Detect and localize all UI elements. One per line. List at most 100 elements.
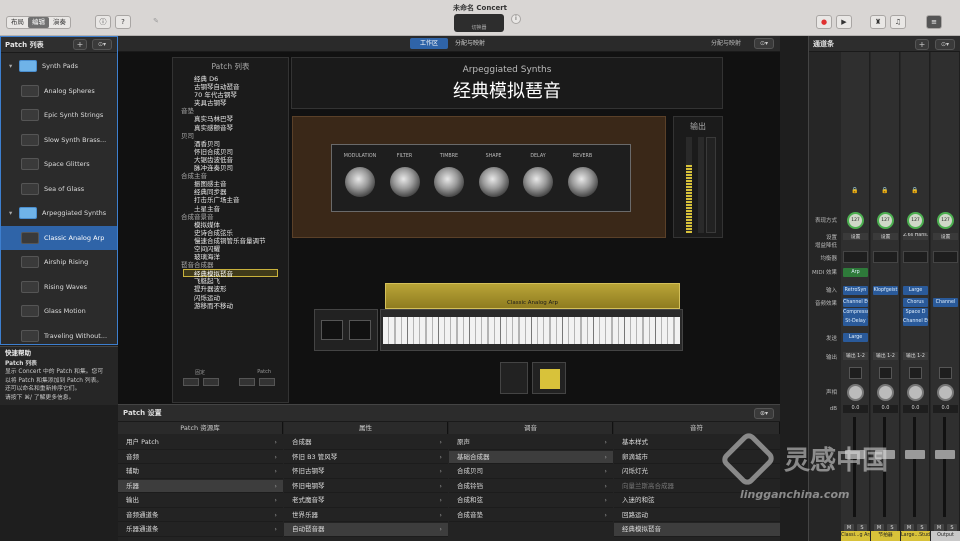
audio-effect-slot[interactable]: Channel EQ	[843, 298, 868, 307]
mode-layout[interactable]: 布局	[7, 17, 28, 28]
output-slot[interactable]: 输出 1-2	[873, 352, 898, 360]
output-slot[interactable]: 输出 1-2	[843, 352, 868, 360]
tab-workspace[interactable]: 工作区	[410, 38, 448, 49]
patch-picker-item[interactable]: 提升器波形	[173, 285, 288, 293]
info-icon[interactable]: ⓘ	[95, 15, 111, 29]
setting-slot[interactable]: 2.6s Hans...	[903, 233, 928, 240]
volume-slider[interactable]	[706, 137, 716, 233]
gain-knob[interactable]: 127	[877, 212, 894, 229]
patch-picker-item[interactable]: 模拟媒体	[173, 221, 288, 229]
gain-knob[interactable]: 127	[937, 212, 954, 229]
count-in-icon[interactable]: ♫	[890, 15, 906, 29]
add-channel-button[interactable]: +	[915, 39, 929, 50]
patch-picker-item[interactable]: 游移而不移动	[173, 302, 288, 310]
mode-perform[interactable]: 演奏	[49, 17, 70, 28]
browser-item[interactable]: 用户 Patch ›	[118, 436, 283, 450]
setting-slot[interactable]: 设置	[933, 233, 958, 240]
assignments-button[interactable]: 分配与映射	[703, 38, 749, 49]
patch-picker-item[interactable]: 脉冲连奏贝司	[173, 164, 288, 172]
gain-knob[interactable]: 127	[847, 212, 864, 229]
patch-folder[interactable]: ▾ Synth Pads	[1, 54, 117, 78]
channel-icon[interactable]	[879, 367, 892, 379]
record-button[interactable]: ●	[816, 15, 832, 29]
channel-icon[interactable]	[909, 367, 922, 379]
patch-picker-item[interactable]: 史诗合成弦乐	[173, 229, 288, 237]
audio-effect-slot[interactable]: St-Delay	[843, 317, 868, 326]
browser-item[interactable]: 自动琶音器 ›	[284, 523, 448, 537]
midi-effect-slot[interactable]: Arp	[843, 268, 868, 277]
eq-thumbnail[interactable]	[843, 251, 868, 263]
browser-item[interactable]: 输出 ›	[118, 494, 283, 508]
browser-item[interactable]: 怀旧古钢琴 ›	[284, 465, 448, 479]
browser-item[interactable]: 合成铃铛 ›	[449, 480, 613, 493]
eq-thumbnail[interactable]	[933, 251, 958, 263]
patch-picker-item[interactable]: 振图感主音	[173, 180, 288, 188]
channel-icon[interactable]	[939, 367, 952, 379]
audio-effect-slot[interactable]: Chorus	[903, 298, 928, 307]
send-slot[interactable]: Large	[843, 333, 868, 342]
pencil-icon[interactable]: ✎	[148, 15, 164, 29]
expression-pedal[interactable]	[500, 362, 528, 394]
knob-modulation[interactable]	[345, 167, 375, 197]
patch-picker-item[interactable]: 闪烁运动	[173, 294, 288, 302]
browser-item[interactable]: 合成音垫 ›	[449, 509, 613, 522]
browser-item[interactable]: 音频通道条 ›	[118, 509, 283, 522]
mode-edit[interactable]: 编辑	[28, 17, 49, 28]
channel-name[interactable]: Output	[931, 531, 960, 541]
lock-icon[interactable]: 🔒	[911, 187, 918, 194]
tuner-icon[interactable]: ♜	[870, 15, 886, 29]
browser-item[interactable]: 经典模拟琶音	[614, 523, 780, 537]
eq-thumbnail[interactable]	[873, 251, 898, 263]
channel-icon[interactable]	[849, 367, 862, 379]
pan-knob[interactable]	[877, 384, 894, 401]
patch-list-item[interactable]: Traveling Without...	[1, 324, 117, 348]
patch-picker-item[interactable]: 真实马林巴琴	[173, 115, 288, 123]
browser-item[interactable]: 合成贝司 ›	[449, 465, 613, 479]
audio-effect-slot[interactable]: Channel	[933, 298, 958, 307]
next-button[interactable]	[203, 378, 219, 386]
knob-filter[interactable]	[389, 167, 420, 197]
patch-list-item[interactable]: Sea of Glass	[1, 177, 117, 201]
tab-assignments[interactable]: 分配与映射	[450, 38, 490, 49]
input-slot[interactable]: Klopfgeist	[873, 286, 898, 295]
browser-item[interactable]: 乐器通道条 ›	[118, 523, 283, 537]
channel-name[interactable]: 节拍器	[871, 531, 900, 541]
patch-picker-item[interactable]: 大锯齿波低音	[173, 156, 288, 164]
patch-picker-item[interactable]: 经典 D6	[173, 75, 288, 83]
patch-picker-item[interactable]: 慢速合成铜管乐音量调节	[173, 237, 288, 245]
knob-shape[interactable]	[478, 167, 509, 197]
patch-list-item[interactable]: Analog Spheres	[1, 79, 117, 103]
lcd-display[interactable]: 切换器	[454, 14, 504, 32]
patch-list-item[interactable]: Airship Rising	[1, 250, 117, 274]
mode-segmented-control[interactable]: 布局 编辑 演奏	[6, 16, 71, 29]
browser-item[interactable]: 合成器 ›	[284, 436, 448, 450]
patch-picker-item[interactable]: 古钢琴自动琶音	[173, 83, 288, 91]
patch-settings-options-button[interactable]: ⊙▾	[754, 408, 774, 419]
patch-picker-item[interactable]: 70 年代古钢琴	[173, 91, 288, 99]
browser-item[interactable]: 乐器 ›	[118, 479, 283, 493]
setting-slot[interactable]: 设置	[873, 233, 898, 240]
lcd-info-icon[interactable]: i	[511, 14, 521, 24]
channel-name[interactable]: Classi...g Arp	[841, 531, 870, 541]
audio-effect-slot[interactable]: Channel EQ	[903, 317, 928, 326]
patch-options-button[interactable]: ⊙▾	[92, 39, 112, 50]
input-slot[interactable]: RetroSyn	[843, 286, 868, 295]
channel-options-button[interactable]: ⊙▾	[935, 39, 955, 50]
patch-picker-widget[interactable]: Patch 列表 经典 D6 古钢琴自动琶音 70 年代古钢琴 夹具古钢琴 音垫 真实马林…	[172, 57, 289, 403]
pan-knob[interactable]	[847, 384, 864, 401]
lock-icon[interactable]: 🔒	[851, 187, 858, 194]
knob-reverb[interactable]	[567, 167, 598, 197]
patch-list-item[interactable]: Rising Waves	[1, 275, 117, 299]
pan-knob[interactable]	[907, 384, 924, 401]
browser-item[interactable]: 原声 ›	[449, 436, 613, 450]
piano-keys[interactable]	[383, 317, 680, 344]
pitch-wheel[interactable]	[321, 320, 343, 340]
patch-list-item[interactable]: Classic Analog Arp	[1, 225, 117, 250]
patch-picker-item[interactable]: 土星主音	[173, 205, 288, 213]
audio-effect-slot[interactable]: Compressor	[843, 307, 868, 317]
lock-icon[interactable]: 🔒	[881, 187, 888, 194]
patch-list-item[interactable]: Glass Motion	[1, 299, 117, 323]
input-slot[interactable]: Large	[903, 286, 928, 295]
patch-picker-item[interactable]: 飞艇起飞	[173, 277, 288, 285]
add-patch-button[interactable]: +	[73, 39, 87, 50]
